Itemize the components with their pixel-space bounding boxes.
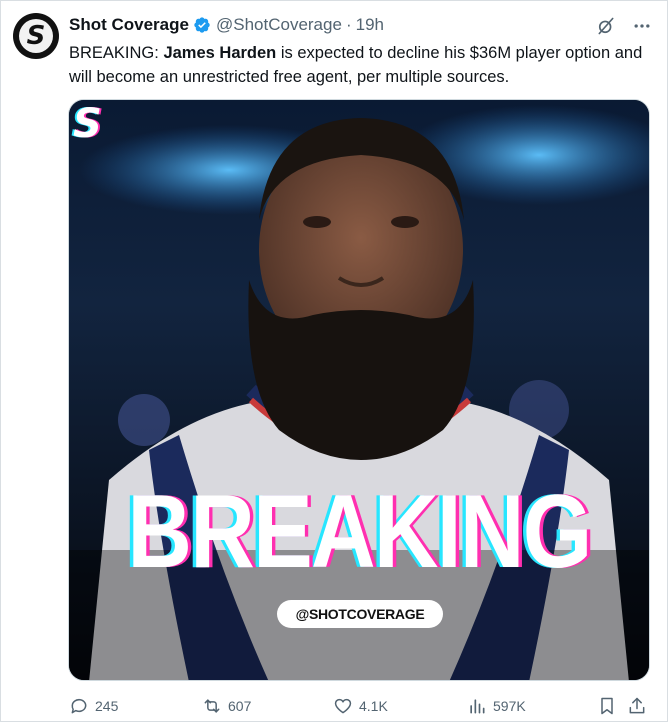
retweet-count: 607 — [228, 698, 252, 714]
views-count: 597K — [493, 698, 526, 714]
reply-icon — [71, 698, 87, 714]
retweet-button[interactable]: 607 — [202, 696, 251, 716]
timestamp[interactable]: 19h — [356, 15, 384, 35]
verified-badge-icon — [194, 17, 210, 33]
tweet-text-name[interactable]: James Harden — [163, 44, 276, 62]
avatar[interactable]: S — [13, 13, 59, 59]
handle-tag: @SHOTCOVERAGE — [277, 600, 443, 628]
tweet-media[interactable]: S BREAKING @SHOTCOVERAGE — [68, 99, 650, 681]
share-icon — [629, 697, 645, 714]
like-count: 4.1K — [359, 698, 388, 714]
breaking-headline: BREAKING — [127, 474, 592, 590]
header-actions — [595, 15, 653, 37]
views-button[interactable]: 597K — [467, 696, 526, 716]
reply-button[interactable]: 245 — [69, 696, 118, 716]
tweet-text-prefix: BREAKING: — [69, 44, 164, 62]
player-photo — [69, 100, 649, 680]
bookmark-button[interactable] — [597, 696, 617, 716]
tweet-text: BREAKING: James Harden is expected to de… — [69, 41, 649, 89]
grok-icon[interactable] — [595, 15, 617, 37]
display-name[interactable]: Shot Coverage — [69, 15, 189, 35]
tweet-header: Shot Coverage @ShotCoverage · 19h — [69, 13, 384, 37]
like-button[interactable]: 4.1K — [333, 696, 388, 716]
avatar-logo: S — [26, 21, 46, 51]
separator-dot: · — [345, 15, 352, 34]
share-button[interactable] — [627, 696, 647, 716]
tweet-card[interactable]: S Shot Coverage @ShotCoverage · 19h BREA… — [0, 0, 668, 722]
views-icon — [470, 699, 485, 714]
action-bar: 245 607 4.1K 597K — [69, 693, 645, 719]
user-handle[interactable]: @ShotCoverage — [216, 15, 342, 35]
reply-count: 245 — [95, 698, 119, 714]
brand-logo: S — [73, 101, 102, 147]
like-icon — [334, 698, 352, 714]
bookmark-icon — [601, 697, 613, 715]
retweet-icon — [204, 699, 220, 713]
more-icon[interactable] — [631, 15, 653, 37]
